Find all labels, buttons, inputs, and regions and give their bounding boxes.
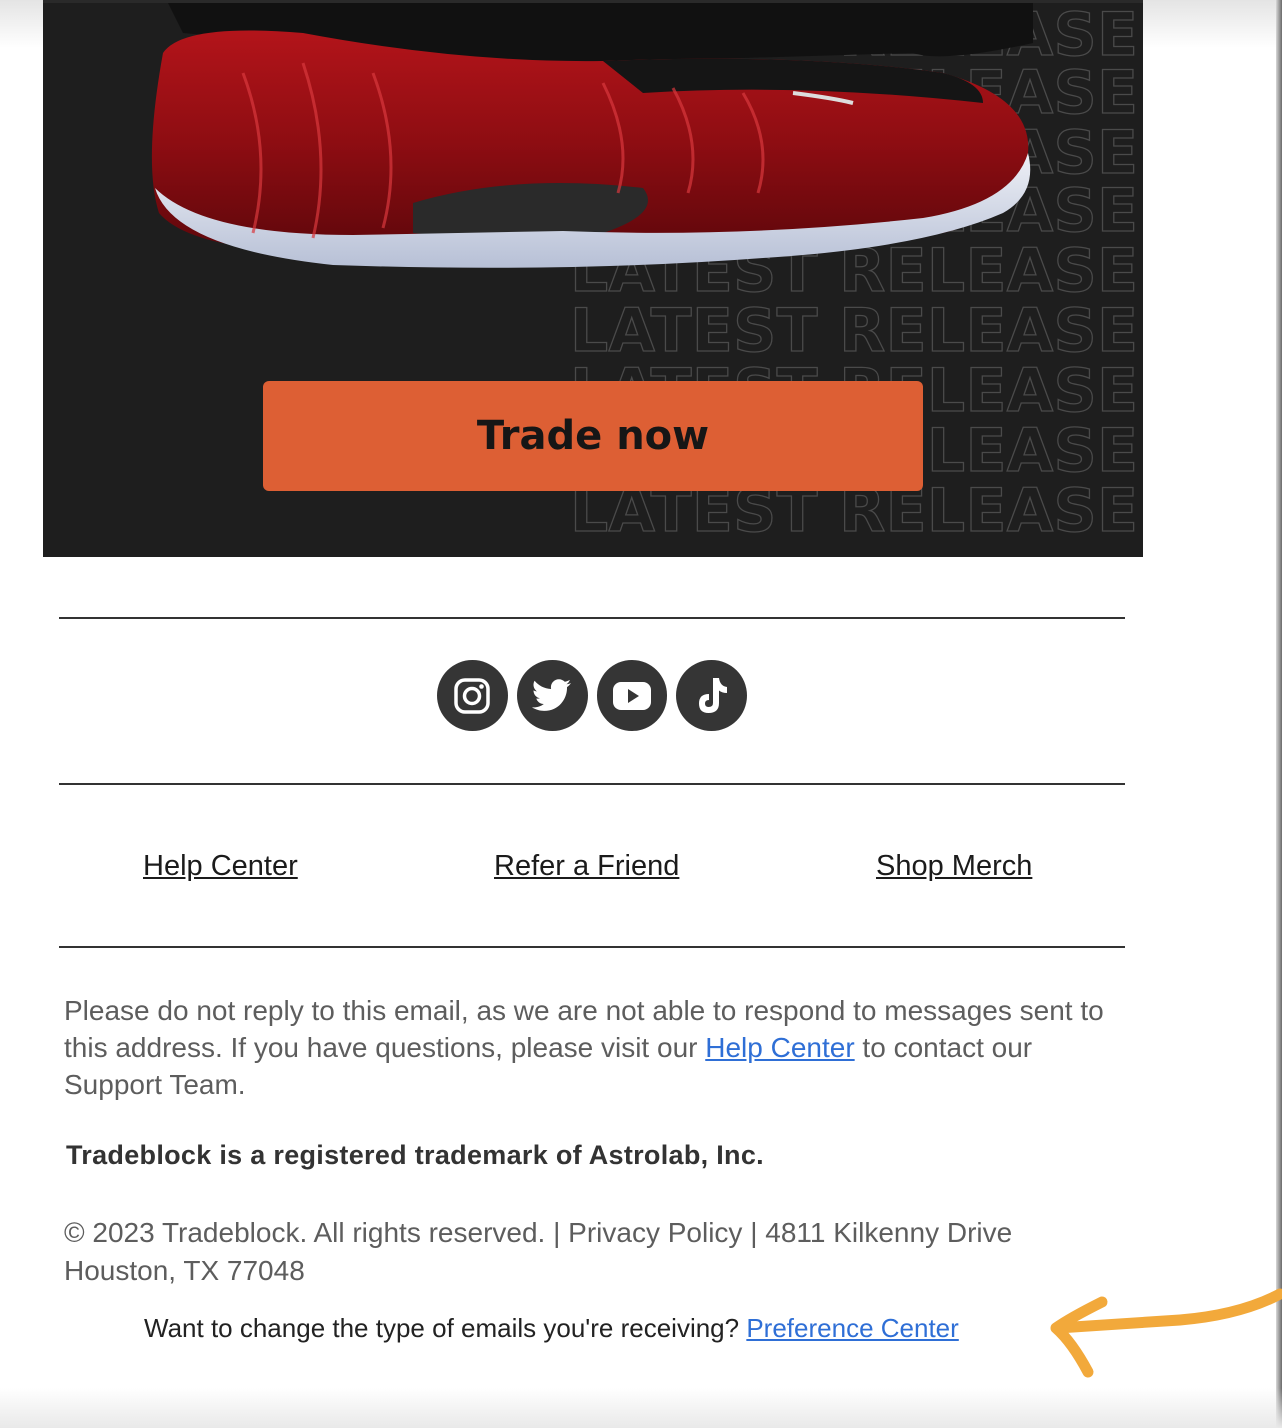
instagram-icon[interactable] bbox=[437, 660, 508, 731]
help-center-link[interactable]: Help Center bbox=[143, 850, 298, 883]
divider-bottom bbox=[59, 946, 1125, 948]
hero-banner: LATEST RELEASELATEST RELEASELATEST RELEA… bbox=[43, 0, 1143, 557]
window-edge bbox=[1276, 0, 1282, 1428]
sneaker-image bbox=[151, 3, 1033, 268]
bottom-shadow bbox=[0, 1388, 1282, 1428]
social-links bbox=[437, 660, 747, 732]
preference-question: Want to change the type of emails you're… bbox=[144, 1313, 747, 1343]
twitter-icon[interactable] bbox=[516, 660, 588, 731]
copyright-address: © 2023 Tradeblock. All rights reserved. … bbox=[64, 1217, 1013, 1286]
preference-line: Want to change the type of emails you're… bbox=[144, 1313, 1144, 1344]
no-reply-notice: Please do not reply to this email, as we… bbox=[64, 992, 1124, 1103]
youtube-icon[interactable] bbox=[596, 660, 668, 731]
trademark-notice: Tradeblock is a registered trademark of … bbox=[66, 1140, 764, 1170]
divider-middle bbox=[59, 783, 1125, 785]
divider-top bbox=[59, 617, 1125, 619]
notice-help-center-link[interactable]: Help Center bbox=[705, 1032, 854, 1063]
shop-merch-link[interactable]: Shop Merch bbox=[876, 850, 1032, 883]
trade-now-button[interactable]: Trade now bbox=[263, 381, 923, 491]
preference-center-link[interactable]: Preference Center bbox=[746, 1313, 958, 1343]
refer-a-friend-link[interactable]: Refer a Friend bbox=[494, 850, 679, 883]
arrow-annotation-icon bbox=[1050, 1288, 1282, 1378]
tiktok-icon[interactable] bbox=[676, 660, 747, 731]
